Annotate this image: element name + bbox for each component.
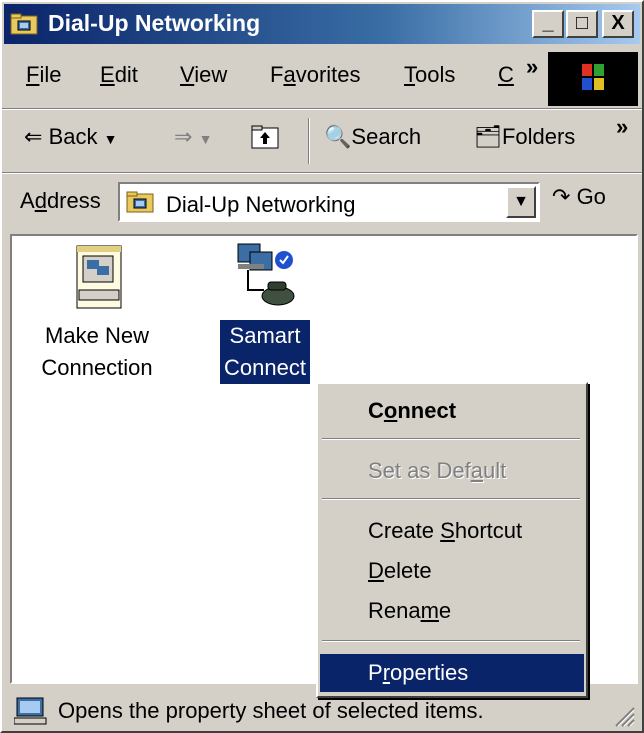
dropdown-arrow-icon: ▼: [103, 131, 118, 147]
menu-item-connect[interactable]: Connect: [320, 392, 584, 430]
folder-network-icon: [126, 191, 154, 213]
menu-edit[interactable]: Edit: [100, 62, 138, 88]
menu-more-chevron[interactable]: »: [526, 54, 538, 80]
forward-button[interactable]: ⇒ ▼: [174, 124, 212, 150]
toolbar-separator: [308, 118, 310, 164]
address-value: Dial-Up Networking: [166, 192, 356, 217]
resize-grip-icon[interactable]: [610, 702, 636, 728]
maximize-button[interactable]: □: [566, 10, 598, 38]
menu-item-properties[interactable]: Properties: [320, 654, 584, 692]
address-bar: Address Dial-Up Networking ▼ ↷ Go: [4, 174, 640, 230]
context-menu: Connect Set as Default Create Shortcut D…: [316, 382, 588, 698]
back-button[interactable]: ⇐ Back ▼: [24, 124, 117, 150]
explorer-window: Dial-Up Networking _ □ X File Edit View …: [0, 0, 644, 733]
go-arrow-icon: ↷: [552, 184, 571, 209]
address-dropdown-button[interactable]: ▼: [506, 186, 536, 218]
menu-item-delete[interactable]: Delete: [320, 552, 584, 590]
menu-tools[interactable]: Tools: [404, 62, 455, 88]
menu-item-rename[interactable]: Rename: [320, 592, 584, 630]
dropdown-arrow-icon: ▼: [198, 131, 213, 147]
computer-icon: [14, 697, 47, 725]
menu-item-create-shortcut[interactable]: Create Shortcut: [320, 512, 584, 550]
menu-separator: [322, 438, 580, 440]
search-button[interactable]: 🔍Search: [324, 124, 421, 150]
up-folder-button[interactable]: [250, 124, 280, 156]
samart-connect-item[interactable]: Samart Connect: [210, 240, 320, 385]
window-title: Dial-Up Networking: [48, 10, 261, 36]
folders-button[interactable]: 🗂Folders: [474, 124, 575, 150]
minimize-button[interactable]: _: [532, 10, 564, 38]
make-new-connection-label: Make New Connection: [41, 323, 153, 380]
menu-item-set-as-default: Set as Default: [368, 458, 507, 483]
make-new-connection-icon: [76, 245, 122, 309]
menu-separator: [322, 498, 580, 500]
status-text: Opens the property sheet of selected ite…: [58, 698, 484, 723]
up-folder-icon: [251, 125, 279, 149]
menu-separator: [322, 640, 580, 642]
toolbar: ⇐ Back ▼ ⇒ ▼ 🔍Search 🗂Folders »: [4, 110, 640, 172]
make-new-connection-item[interactable]: Make New Connection: [32, 242, 162, 384]
windows-flag-icon: [582, 64, 604, 90]
folders-icon: 🗂: [474, 124, 502, 149]
address-field[interactable]: Dial-Up Networking ▼: [118, 182, 540, 222]
search-icon: 🔍: [324, 124, 352, 149]
address-label: Address: [20, 188, 101, 213]
dialup-connection-icon: [237, 243, 295, 306]
menu-file[interactable]: File: [26, 62, 61, 88]
samart-connect-label: Samart Connect: [219, 319, 311, 385]
menu-favorites[interactable]: Favorites: [270, 62, 361, 88]
windows-logo: [548, 52, 638, 106]
menu-bar: File Edit View Favorites Tools C »: [4, 48, 640, 108]
title-bar[interactable]: Dial-Up Networking _ □ X: [4, 4, 640, 44]
back-arrow-icon: ⇐: [24, 124, 43, 149]
go-button[interactable]: ↷ Go: [552, 184, 606, 210]
close-button[interactable]: X: [602, 10, 634, 38]
menu-c[interactable]: C: [498, 62, 514, 88]
menu-view[interactable]: View: [180, 62, 227, 88]
forward-arrow-icon: ⇒: [174, 124, 193, 149]
toolbar-more-chevron[interactable]: »: [616, 114, 628, 140]
folder-network-icon: [10, 13, 38, 35]
